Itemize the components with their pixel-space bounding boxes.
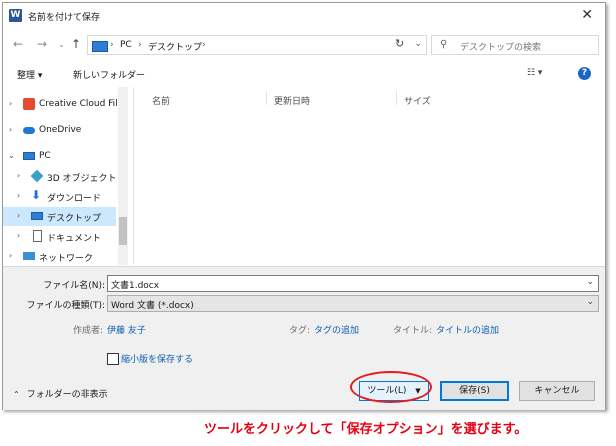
file-list[interactable]: 名前 更新日時 サイズ [133, 87, 605, 265]
highlight-ring [350, 371, 432, 403]
sidebar-item-downloads[interactable]: › ⬇ ダウンロード [3, 187, 116, 206]
cube-icon [30, 169, 44, 183]
view-options-icon[interactable]: ☷ ▾ [527, 68, 542, 78]
onedrive-cloud-icon [23, 127, 35, 134]
filename-input[interactable]: 文書1.docx ⌄ [107, 275, 599, 292]
recent-chevron-icon[interactable]: ⌄ [58, 40, 65, 49]
desktop-icon [31, 212, 43, 220]
sidebar-item-onedrive[interactable]: › OneDrive [3, 121, 116, 140]
close-icon[interactable]: ✕ [581, 7, 593, 23]
filetype-select[interactable]: Word 文書 (*.docx) ⌄ [107, 295, 599, 312]
address-bar[interactable]: › PC › デスクトップ › ⌄ [87, 35, 427, 55]
sidebar-item-3d-objects[interactable]: › 3D オブジェクト [3, 167, 117, 186]
expand-chevron-icon[interactable]: › [17, 191, 20, 200]
navigation-bar: ← → ⌄ ↑ › PC › デスクトップ › ⌄ ↻ ⚲ デスクトップの検索 [3, 33, 605, 59]
sidebar-item-documents[interactable]: › ドキュメント [3, 227, 116, 246]
filetype-value: Word 文書 (*.docx) [111, 301, 194, 311]
breadcrumb-desktop[interactable]: デスクトップ [148, 40, 202, 53]
download-arrow-icon: ⬇ [31, 188, 42, 202]
filename-value: 文書1.docx [111, 281, 160, 291]
window-title: 名前を付けて保存 [28, 13, 101, 23]
back-arrow-icon[interactable]: ← [13, 37, 23, 51]
sidebar-item-desktop[interactable]: › デスクトップ [3, 207, 116, 226]
expand-chevron-icon[interactable]: › [9, 251, 12, 260]
collapse-chevron-icon[interactable]: ⌄ [8, 151, 15, 160]
sidebar-item-pc[interactable]: ⌄ PC [3, 147, 116, 166]
sidebar-scrollbar[interactable] [118, 87, 128, 265]
save-button[interactable]: 保存(S) [440, 381, 509, 401]
add-tag-link[interactable]: タグの追加 [314, 326, 359, 336]
author-field: 作成者: 伊藤 友子 [73, 326, 146, 336]
address-dropdown-icon[interactable]: ⌄ [414, 39, 422, 49]
add-title-link[interactable]: タイトルの追加 [436, 326, 499, 336]
document-icon [33, 230, 42, 242]
help-icon[interactable]: ? [578, 67, 591, 80]
scrollbar-thumb[interactable] [119, 217, 127, 245]
word-app-icon: W [9, 9, 22, 22]
sidebar-item-network[interactable]: › ネットワーク [3, 247, 116, 266]
network-icon [23, 252, 35, 260]
new-folder-button[interactable]: 新しいフォルダー [73, 68, 145, 81]
save-options-panel: ファイル名(N): 文書1.docx ⌄ ファイルの種類(T): Word 文書… [3, 266, 605, 410]
cancel-button[interactable]: キャンセル [519, 381, 595, 401]
command-toolbar: 整理 ▾ 新しいフォルダー ☷ ▾ ? [3, 63, 605, 85]
expand-chevron-icon[interactable]: › [17, 171, 20, 180]
breadcrumb-pc[interactable]: PC [120, 40, 132, 50]
filename-label: ファイル名(N): [43, 281, 105, 291]
pc-icon [23, 152, 35, 160]
chevron-up-icon: ⌃ [13, 390, 20, 399]
search-placeholder: デスクトップの検索 [460, 43, 542, 53]
organize-menu[interactable]: 整理 ▾ [17, 68, 42, 81]
expand-chevron-icon[interactable]: › [17, 231, 20, 240]
forward-arrow-icon[interactable]: → [37, 37, 47, 51]
expand-chevron-icon[interactable]: › [9, 125, 12, 134]
save-thumbnail-label[interactable]: 縮小版を保存する [121, 352, 193, 365]
column-header-size[interactable]: サイズ [404, 94, 431, 107]
creative-cloud-icon [23, 98, 35, 110]
tags-field: タグ: タグの追加 [289, 326, 360, 336]
search-icon: ⚲ [440, 39, 448, 50]
title-bar: W 名前を付けて保存 ✕ [3, 3, 605, 29]
filetype-dropdown-icon[interactable]: ⌄ [586, 297, 594, 307]
sidebar-item-creative-cloud[interactable]: › Creative Cloud Files [3, 95, 117, 114]
author-value[interactable]: 伊藤 友子 [107, 326, 146, 336]
column-header-modified[interactable]: 更新日時 [274, 94, 310, 107]
hide-folders-toggle[interactable]: ⌃ フォルダーの非表示 [13, 387, 108, 400]
expand-chevron-icon[interactable]: › [9, 99, 12, 108]
pc-icon [92, 41, 108, 52]
filename-dropdown-icon[interactable]: ⌄ [586, 277, 594, 287]
refresh-icon[interactable]: ↻ [395, 37, 404, 50]
title-field: タイトル: タイトルの追加 [393, 326, 500, 336]
expand-chevron-icon[interactable]: › [17, 211, 20, 220]
navigation-pane: › Creative Cloud Files › OneDrive ⌄ PC ›… [3, 87, 131, 265]
save-as-dialog: W 名前を付けて保存 ✕ ← → ⌄ ↑ › PC › デスクトップ › ⌄ ↻… [2, 2, 606, 410]
search-box[interactable]: ⚲ デスクトップの検索 [431, 35, 599, 55]
save-thumbnail-checkbox[interactable] [107, 353, 119, 365]
column-header-name[interactable]: 名前 [152, 94, 170, 107]
filetype-label: ファイルの種類(T): [26, 301, 105, 311]
instruction-caption: ツールをクリックして「保存オプション」を選びます。 [204, 422, 528, 437]
up-arrow-icon[interactable]: ↑ [71, 37, 81, 51]
